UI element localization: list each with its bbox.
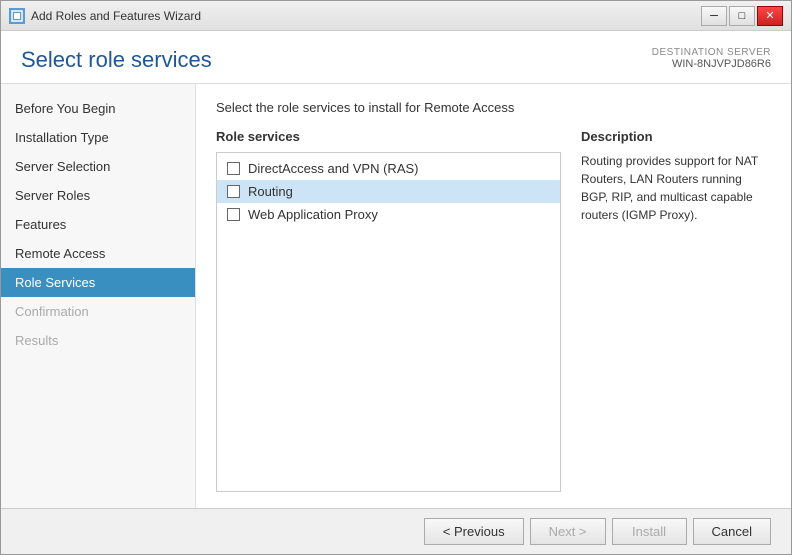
cancel-button[interactable]: Cancel [693,518,771,545]
install-button[interactable]: Install [612,518,687,545]
sidebar-item-installation-type[interactable]: Installation Type [1,123,195,152]
sidebar-item-features[interactable]: Features [1,210,195,239]
service-label-directaccess: DirectAccess and VPN (RAS) [248,161,419,176]
footer: < Previous Next > Install Cancel [1,508,791,554]
description-panel: Description Routing provides support for… [581,129,771,492]
page-header: Select role services DESTINATION SERVER … [1,31,791,84]
body-area: Before You Begin Installation Type Serve… [1,84,791,508]
app-icon [9,8,25,24]
server-name: WIN-8NJVPJD86R6 [652,58,771,70]
next-button[interactable]: Next > [530,518,606,545]
sidebar-item-server-roles[interactable]: Server Roles [1,181,195,210]
content-panel: Select the role services to install for … [196,84,791,508]
sidebar: Before You Begin Installation Type Serve… [1,84,196,508]
sidebar-item-server-selection[interactable]: Server Selection [1,152,195,181]
sidebar-item-results: Results [1,326,195,355]
window-title: Add Roles and Features Wizard [31,9,201,23]
main-content: Select role services DESTINATION SERVER … [1,31,791,554]
service-item-directaccess[interactable]: DirectAccess and VPN (RAS) [217,157,560,180]
window-controls: ─ □ ✕ [701,6,783,26]
service-item-web-app-proxy[interactable]: Web Application Proxy [217,203,560,226]
title-bar-left: Add Roles and Features Wizard [9,8,201,24]
checkbox-routing[interactable] [227,185,240,198]
wizard-window: Add Roles and Features Wizard ─ □ ✕ Sele… [0,0,792,555]
services-list: DirectAccess and VPN (RAS) Routing Web A… [216,152,561,492]
maximize-button[interactable]: □ [729,6,755,26]
checkbox-web-app-proxy[interactable] [227,208,240,221]
two-column-layout: Role services DirectAccess and VPN (RAS)… [216,129,771,492]
sidebar-item-confirmation: Confirmation [1,297,195,326]
description-text: Routing provides support for NAT Routers… [581,152,771,224]
service-item-routing[interactable]: Routing [217,180,560,203]
sidebar-item-role-services[interactable]: Role Services [1,268,195,297]
title-bar: Add Roles and Features Wizard ─ □ ✕ [1,1,791,31]
instruction-text: Select the role services to install for … [216,100,771,115]
destination-server-info: DESTINATION SERVER WIN-8NJVPJD86R6 [652,47,771,70]
previous-button[interactable]: < Previous [424,518,524,545]
close-button[interactable]: ✕ [757,6,783,26]
service-label-routing: Routing [248,184,293,199]
page-title: Select role services [21,47,212,73]
sidebar-item-remote-access[interactable]: Remote Access [1,239,195,268]
role-services-panel: Role services DirectAccess and VPN (RAS)… [216,129,561,492]
service-label-web-app-proxy: Web Application Proxy [248,207,378,222]
description-header: Description [581,129,771,144]
minimize-button[interactable]: ─ [701,6,727,26]
destination-label: DESTINATION SERVER [652,47,771,58]
checkbox-directaccess[interactable] [227,162,240,175]
sidebar-item-before-you-begin[interactable]: Before You Begin [1,94,195,123]
role-services-header: Role services [216,129,561,144]
